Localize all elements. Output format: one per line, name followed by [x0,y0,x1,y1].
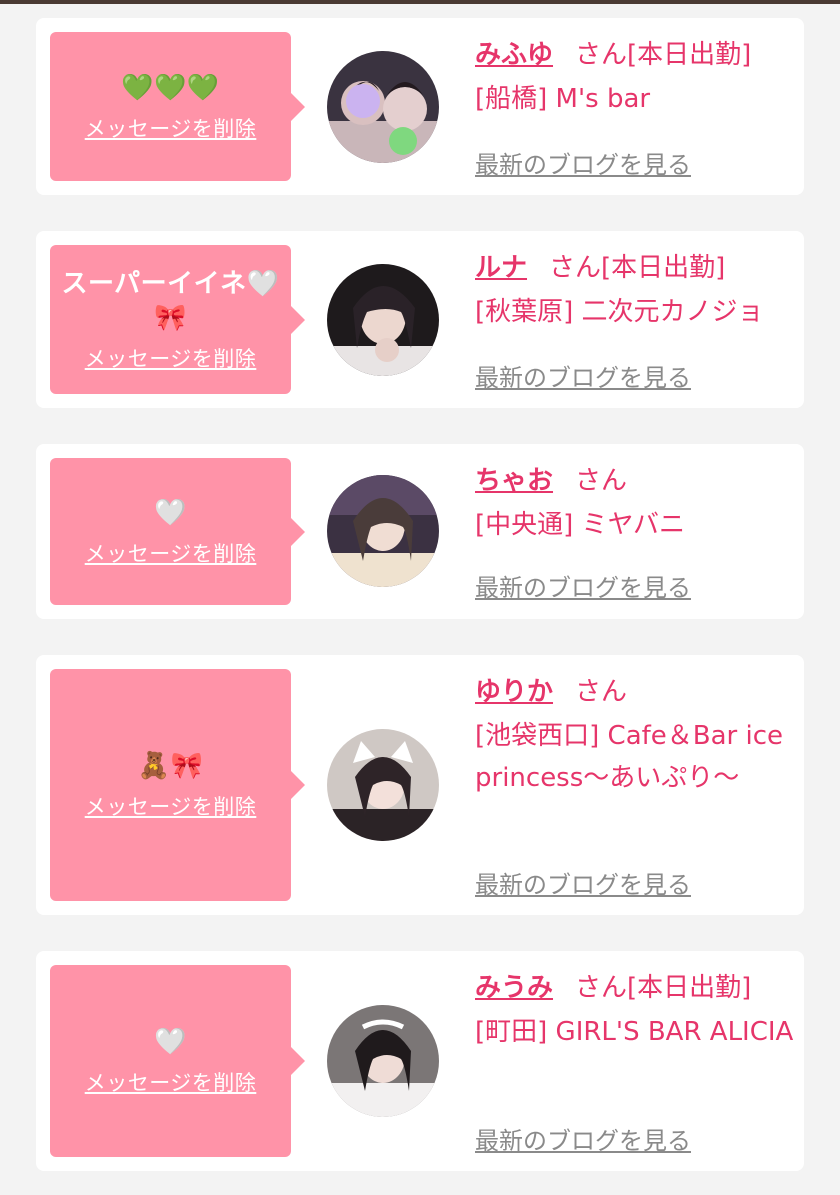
list-item: 🧸🎀 メッセージを削除 ゆりか さん [池袋西口] Cafe＆Bar ice pr… [36,655,804,915]
profile-photo-icon [327,729,439,841]
status-badge: [本日出勤] [627,40,752,70]
latest-blog-link[interactable]: 最新のブログを見る [475,865,691,900]
avatar[interactable] [327,729,439,841]
list-item: 🤍 メッセージを削除 ちゃお さん [中央通] ミヤバニ 最新のブログを見る [36,444,804,619]
profile-photo-icon [327,264,439,376]
latest-blog-link[interactable]: 最新のブログを見る [475,568,691,603]
status-badge: [本日出勤] [627,973,752,1003]
item-info: みうみ さん[本日出勤] [町田] GIRL'S BAR ALICIA [475,971,795,1053]
shop-name: [中央通] ミヤバニ [475,510,686,540]
profile-photo-icon [327,1005,439,1117]
name-line: ルナ さん[本日出勤] [475,251,795,285]
item-info: みふゆ さん[本日出勤] [船橋] M's bar [475,38,795,120]
list-item: 🤍 メッセージを削除 みうみ さん[本日出勤] [町田] GIRL'S BAR A… [36,951,804,1171]
honorific: さん [575,677,628,707]
name-line: みふゆ さん[本日出勤] [475,38,795,72]
item-info: ルナ さん[本日出勤] [秋葉原] 二次元カノジョ [475,251,795,333]
message-bubble: スーパーイイネ🤍🎀 メッセージを削除 [50,245,305,394]
honorific: さん [575,40,628,70]
delete-message-link[interactable]: メッセージを削除 [85,113,257,143]
name-line: ゆりか さん [475,675,795,709]
message-text: 🤍 [154,497,187,528]
name-line: みうみ さん[本日出勤] [475,971,795,1005]
delete-message-link[interactable]: メッセージを削除 [85,1067,257,1097]
shop-name: [町田] GIRL'S BAR ALICIA [475,1017,794,1047]
avatar[interactable] [327,51,439,163]
item-info: ちゃお さん [中央通] ミヤバニ [475,464,795,546]
list-item: 💚💚💚 メッセージを削除 みふゆ さん[本日出勤] [船橋] M's bar 最新… [36,18,804,195]
name-line: ちゃお さん [475,464,795,498]
status-badge: [本日出勤] [601,253,726,283]
avatar[interactable] [327,264,439,376]
girl-name-link[interactable]: みうみ [475,973,553,1003]
profile-photo-icon [327,475,439,587]
shop-name: [池袋西口] Cafe＆Bar ice princess～あいぷり～ [475,721,784,793]
shop-name: [船橋] M's bar [475,84,651,114]
profile-photo-icon [327,51,439,163]
avatar[interactable] [327,1005,439,1117]
delete-message-link[interactable]: メッセージを削除 [85,791,257,821]
shop-name: [秋葉原] 二次元カノジョ [475,297,764,327]
message-bubble: 💚💚💚 メッセージを削除 [50,32,305,181]
top-bar [0,0,840,4]
list-item: スーパーイイネ🤍🎀 メッセージを削除 ルナ さん[本日出勤] [秋葉原] 二次元カ… [36,231,804,408]
latest-blog-link[interactable]: 最新のブログを見る [475,145,691,180]
honorific: さん [549,253,602,283]
message-text: 🧸🎀 [137,751,204,781]
honorific: さん [575,973,628,1003]
delete-message-link[interactable]: メッセージを削除 [85,538,257,568]
message-bubble: 🧸🎀 メッセージを削除 [50,669,305,901]
girl-name-link[interactable]: ちゃお [475,466,553,496]
girl-name-link[interactable]: みふゆ [475,40,553,70]
item-info: ゆりか さん [池袋西口] Cafe＆Bar ice princess～あいぷり～ [475,675,795,799]
girl-name-link[interactable]: ルナ [475,253,527,283]
honorific: さん [575,466,628,496]
avatar[interactable] [327,475,439,587]
message-text: スーパーイイネ🤍🎀 [61,268,280,333]
girl-name-link[interactable]: ゆりか [475,677,553,707]
delete-message-link[interactable]: メッセージを削除 [85,343,257,373]
latest-blog-link[interactable]: 最新のブログを見る [475,358,691,393]
message-bubble: 🤍 メッセージを削除 [50,965,305,1157]
message-bubble: 🤍 メッセージを削除 [50,458,305,605]
latest-blog-link[interactable]: 最新のブログを見る [475,1121,691,1156]
message-text: 🤍 [154,1027,187,1057]
message-text: 💚💚💚 [121,72,220,103]
